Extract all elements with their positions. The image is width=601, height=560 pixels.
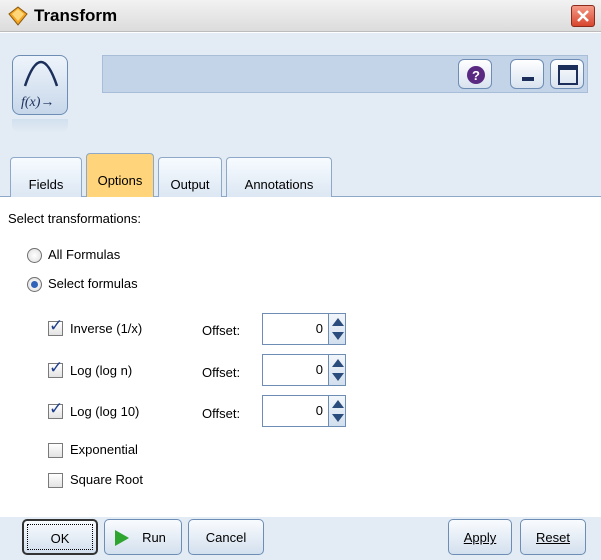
inverse-offset-input[interactable]: 0 xyxy=(262,313,330,345)
focus-ring xyxy=(27,524,93,550)
log-n-label: Log (log n) xyxy=(70,363,133,378)
transform-dialog: Transform f(x)→ ? Fields Options Output … xyxy=(0,0,601,560)
select-formulas-label: Select formulas xyxy=(48,276,138,291)
close-icon xyxy=(577,10,589,22)
log-10-offset-input[interactable]: 0 xyxy=(262,395,330,427)
exponential-label: Exponential xyxy=(70,442,138,457)
square-root-label: Square Root xyxy=(70,472,143,487)
tab-strip: Fields Options Output Annotations xyxy=(0,145,601,198)
log-10-offset-label: Offset: xyxy=(202,406,241,421)
inverse-label: Inverse (1/x) xyxy=(70,321,143,336)
exponential-checkbox[interactable] xyxy=(48,443,63,458)
spin-down-icon[interactable] xyxy=(332,414,344,422)
options-panel: Select transformations: All Formulas Sel… xyxy=(0,197,601,517)
help-button[interactable]: ? xyxy=(458,59,492,89)
inverse-offset-spinner[interactable] xyxy=(328,313,346,345)
maximize-button[interactable] xyxy=(550,59,584,89)
spin-up-icon[interactable] xyxy=(332,359,344,367)
play-icon xyxy=(115,530,129,546)
button-bar: OK Run Cancel Apply Reset xyxy=(0,517,601,560)
tab-annotations[interactable]: Annotations xyxy=(226,157,332,197)
log-10-offset-spinner[interactable] xyxy=(328,395,346,427)
tab-output[interactable]: Output xyxy=(158,157,222,197)
select-transformations-label: Select transformations: xyxy=(8,211,141,226)
all-formulas-radio[interactable] xyxy=(27,248,42,263)
apply-button[interactable]: Apply xyxy=(448,519,512,555)
spin-up-icon[interactable] xyxy=(332,400,344,408)
checkmark-icon: ✓ xyxy=(49,316,64,335)
spin-up-icon[interactable] xyxy=(332,318,344,326)
close-button[interactable] xyxy=(571,5,595,27)
log-n-checkbox[interactable]: ✓ xyxy=(48,358,63,378)
run-button-label: Run xyxy=(142,530,166,545)
transform-node-icon: f(x)→ xyxy=(12,55,68,115)
window-title: Transform xyxy=(34,6,118,25)
inverse-checkbox[interactable]: ✓ xyxy=(48,316,63,336)
minimize-button[interactable] xyxy=(510,59,544,89)
cancel-button-label: Cancel xyxy=(205,530,247,545)
inverse-offset-label: Offset: xyxy=(202,323,241,338)
select-formulas-radio[interactable] xyxy=(27,277,42,292)
square-root-checkbox[interactable] xyxy=(48,473,63,488)
reset-button[interactable]: Reset xyxy=(520,519,586,555)
spin-down-icon[interactable] xyxy=(332,332,344,340)
apply-button-label: Apply xyxy=(463,530,497,545)
ok-button[interactable]: OK xyxy=(22,519,98,555)
dialog-header: f(x)→ ? xyxy=(0,33,601,145)
maximize-icon xyxy=(558,65,578,85)
all-formulas-label: All Formulas xyxy=(48,247,121,262)
help-icon: ? xyxy=(467,66,485,84)
log-n-offset-input[interactable]: 0 xyxy=(262,354,330,386)
tab-options[interactable]: Options xyxy=(86,153,154,198)
log-n-offset-spinner[interactable] xyxy=(328,354,346,386)
transform-diamond-icon xyxy=(8,6,28,26)
svg-text:f(x)→: f(x)→ xyxy=(21,95,54,110)
spin-down-icon[interactable] xyxy=(332,373,344,381)
reset-button-label: Reset xyxy=(536,530,570,545)
svg-text:?: ? xyxy=(472,68,480,83)
cancel-button[interactable]: Cancel xyxy=(188,519,264,555)
minimize-icon xyxy=(522,77,534,81)
log-10-label: Log (log 10) xyxy=(70,404,140,419)
checkmark-icon: ✓ xyxy=(49,399,64,418)
log-n-offset-label: Offset: xyxy=(202,365,241,380)
title-bar: Transform xyxy=(0,0,601,32)
tab-fields[interactable]: Fields xyxy=(10,157,82,197)
log-10-checkbox[interactable]: ✓ xyxy=(48,399,63,419)
checkmark-icon: ✓ xyxy=(49,358,64,377)
node-icon-reflection xyxy=(12,119,68,133)
run-button[interactable]: Run xyxy=(104,519,182,555)
